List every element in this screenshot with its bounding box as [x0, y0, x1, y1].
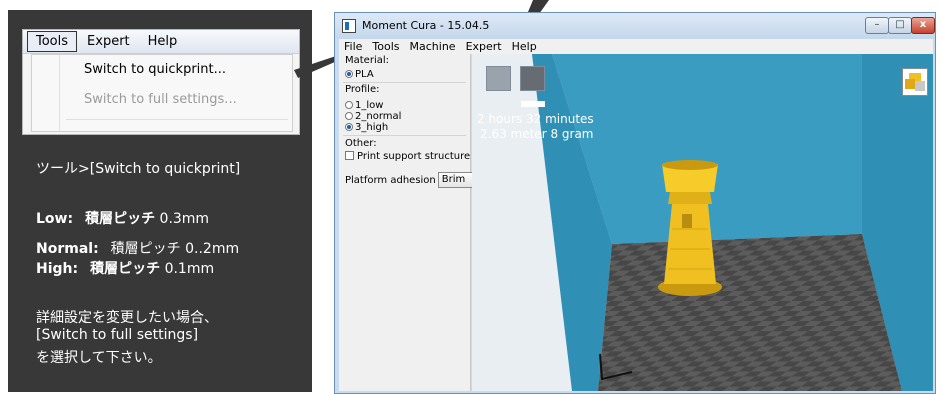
- view-mode-icon: [905, 73, 925, 91]
- menu-machine[interactable]: Machine: [405, 40, 461, 53]
- note-line-1: 詳細設定を変更したい場合、: [36, 310, 218, 326]
- profile-option-high[interactable]: 3_high: [345, 122, 388, 133]
- app-icon: [342, 19, 356, 33]
- menu-help-main[interactable]: Help: [507, 40, 542, 53]
- profile-option-low-label: 1_low: [355, 100, 384, 111]
- profile-option-low[interactable]: 1_low: [345, 100, 383, 111]
- material-label: Material:: [345, 55, 389, 66]
- profile-high-value: 0.1mm: [164, 261, 215, 277]
- window-title: Moment Cura - 15.04.5: [362, 19, 490, 32]
- other-label: Other:: [345, 138, 377, 149]
- support-checkbox-row[interactable]: Print support structure: [345, 151, 470, 162]
- profile-low-label: Low:: [36, 211, 74, 227]
- material-option-pla[interactable]: PLA: [345, 69, 374, 80]
- dropdown-separator: [66, 119, 288, 120]
- dropdown-gutter: [32, 55, 60, 131]
- profile-low-desc: 積層ピッチ: [85, 211, 156, 227]
- menu-screenshot: Tools Expert Help Switch to quickprint..…: [22, 29, 300, 135]
- note-line-2: [Switch to full settings]: [36, 327, 199, 343]
- menu-tools[interactable]: Tools: [27, 31, 78, 52]
- slice-progress-bar: [521, 101, 545, 107]
- profile-normal-desc: 積層ピッチ: [110, 241, 181, 257]
- profile-normal-label: Normal:: [36, 241, 99, 257]
- profile-normal-value: 0..2mm: [185, 241, 240, 257]
- build-plate: [598, 234, 902, 391]
- cura-window: Moment Cura - 15.04.5 – □ x File Tools M…: [334, 12, 936, 394]
- support-label: Print support structure: [357, 151, 471, 162]
- menu-expert[interactable]: Expert: [79, 32, 138, 51]
- platform-adhesion-value: Brim: [441, 174, 466, 185]
- title-bar[interactable]: Moment Cura - 15.04.5 – □ x: [335, 13, 935, 39]
- menu-item-switch-quickprint[interactable]: Switch to quickprint...: [84, 62, 226, 77]
- support-checkbox[interactable]: [345, 151, 354, 160]
- profile-option-normal[interactable]: 2_normal: [345, 111, 401, 122]
- 3d-viewport[interactable]: 2 hours 32 minutes 2.63 meter 8 gram: [472, 54, 933, 391]
- menu-help[interactable]: Help: [140, 32, 186, 51]
- note-line-3: を選択して下さい。: [36, 350, 162, 366]
- profile-normal-line: Normal: 積層ピッチ 0..2mm: [36, 238, 239, 258]
- platform-adhesion-label: Platform adhesion: [345, 175, 436, 186]
- divider: [343, 82, 466, 83]
- platform-adhesion-row: Platform adhesion Brim: [345, 172, 482, 188]
- menu-file[interactable]: File: [339, 40, 367, 53]
- info-panel: Tools Expert Help Switch to quickprint..…: [8, 10, 312, 392]
- profile-high-line: High: 積層ピッチ 0.1mm: [36, 258, 214, 278]
- menu-tools-main[interactable]: Tools: [367, 40, 404, 53]
- profile-low-value: 0.3mm: [159, 211, 210, 227]
- radio-low[interactable]: [345, 101, 353, 109]
- print-material-text: 2.63 meter 8 gram: [480, 127, 594, 141]
- profile-high-label: High:: [36, 261, 79, 277]
- print-button[interactable]: [520, 66, 545, 91]
- view-mode-button[interactable]: [902, 68, 928, 96]
- profile-option-normal-label: 2_normal: [355, 111, 402, 122]
- profile-high-desc: 積層ピッチ: [90, 261, 161, 277]
- radio-pla[interactable]: [345, 70, 353, 78]
- profile-option-high-label: 3_high: [355, 122, 389, 133]
- minimize-button[interactable]: –: [865, 17, 889, 34]
- settings-panel: Material: PLA Profile: 1_low 2_normal 3_…: [339, 54, 482, 391]
- maximize-button[interactable]: □: [888, 17, 912, 34]
- radio-normal[interactable]: [345, 112, 353, 120]
- menu-item-switch-full-settings[interactable]: Switch to full settings...: [84, 92, 237, 107]
- tools-dropdown: Switch to quickprint... Switch to full s…: [31, 54, 293, 132]
- profile-label: Profile:: [345, 84, 380, 95]
- load-model-button[interactable]: [486, 66, 511, 91]
- close-button[interactable]: x: [911, 17, 935, 34]
- radio-high[interactable]: [345, 123, 353, 131]
- menu-path-text: ツール>[Switch to quickprint]: [36, 161, 241, 177]
- material-option-label: PLA: [355, 69, 374, 80]
- menu-expert-main[interactable]: Expert: [461, 40, 507, 53]
- divider: [343, 135, 466, 136]
- menu-screenshot-bar: Tools Expert Help: [23, 30, 299, 54]
- screenshot-stage: Tools Expert Help Switch to quickprint..…: [0, 0, 943, 394]
- print-time-text: 2 hours 32 minutes: [477, 112, 594, 126]
- profile-low-line: Low: 積層ピッチ 0.3mm: [36, 208, 209, 228]
- menu-bar: File Tools Machine Expert Help: [339, 39, 933, 54]
